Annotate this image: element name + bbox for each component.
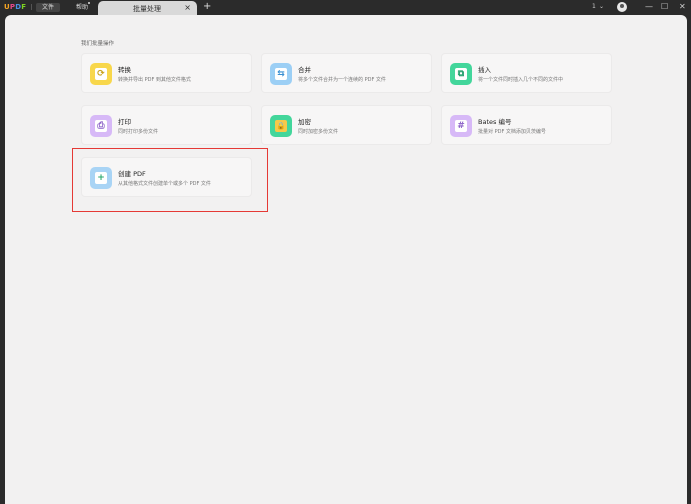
print-icon: ⎙ [90,115,112,137]
card-desc: 转换并导出 PDF 到其他文件格式 [118,77,191,83]
app-logo: UPDF [4,3,26,11]
encrypt-icon: 🔒 [270,115,292,137]
add-tab-icon[interactable]: + [203,1,211,13]
minimize-icon[interactable]: — [645,1,653,13]
tab-batch-process[interactable]: 批量处理 × [98,1,197,15]
card-desc: 批量对 PDF 文档添加贝茨编号 [478,129,546,135]
card-bates[interactable]: # Bates 编号 批量对 PDF 文档添加贝茨编号 [441,105,612,145]
maximize-icon[interactable]: ☐ [661,1,668,13]
highlight-box [72,148,268,212]
section-title: 我们批量操作 [81,41,115,47]
tab-label: 批量处理 [133,5,161,13]
menu-divider [31,4,32,10]
notification-dot-icon [88,2,90,4]
card-convert[interactable]: ⟳ 转换 转换并导出 PDF 到其他文件格式 [81,53,252,93]
card-encrypt[interactable]: 🔒 加密 同时加密多份文件 [261,105,432,145]
tab-close-icon[interactable]: × [184,3,191,13]
card-merge[interactable]: ⇆ 合并 将多个文件合并为一个连续的 PDF 文件 [261,53,432,93]
card-title: 合并 [298,66,311,74]
card-title: 插入 [478,66,491,74]
bates-icon: # [450,115,472,137]
menu-file[interactable]: 文件 [36,3,61,12]
card-title: 转换 [118,66,131,74]
avatar[interactable] [617,2,627,12]
window-count: 1 [592,3,596,10]
card-print[interactable]: ⎙ 打印 同时打印多份文件 [81,105,252,145]
card-title: 加密 [298,118,311,126]
card-desc: 将一个文件同时插入几个不同的文件中 [478,77,564,83]
merge-icon: ⇆ [270,63,292,85]
chevron-down-icon[interactable]: ⌄ [599,1,604,13]
menu-help[interactable]: 帮助 [70,3,94,12]
insert-icon: ⧉ [450,63,472,85]
close-icon[interactable]: ✕ [679,1,686,13]
logo-letter: F [21,3,27,11]
card-desc: 将多个文件合并为一个连续的 PDF 文件 [298,77,386,83]
card-insert[interactable]: ⧉ 插入 将一个文件同时插入几个不同的文件中 [441,53,612,93]
card-title: Bates 编号 [478,118,512,126]
main-content: 我们批量操作 ⟳ 转换 转换并导出 PDF 到其他文件格式 ⇆ 合并 将多个文件… [5,15,687,504]
card-desc: 同时加密多份文件 [298,129,339,135]
convert-icon: ⟳ [90,63,112,85]
title-bar: UPDF 文件 帮助 批量处理 × + 1 ⌄ — ☐ ✕ [0,0,691,15]
card-title: 打印 [118,118,131,126]
card-desc: 同时打印多份文件 [118,129,159,135]
